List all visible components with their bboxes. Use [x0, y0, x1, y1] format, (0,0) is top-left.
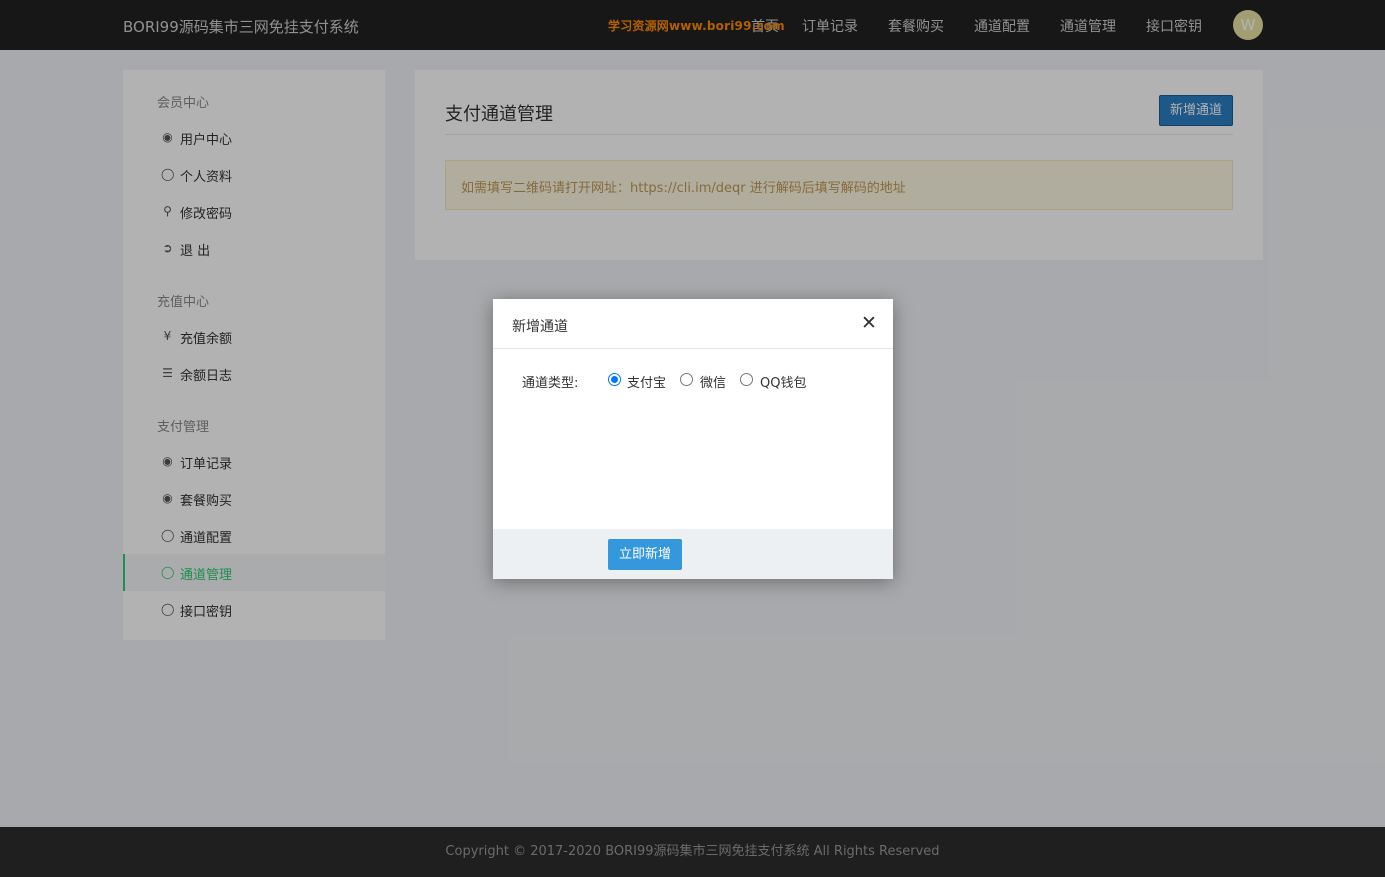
radio-qq-wallet-label[interactable]: QQ钱包 — [760, 372, 806, 391]
dialog-divider — [493, 348, 893, 349]
radio-qq-wallet[interactable] — [740, 373, 753, 386]
add-channel-dialog: 新增通道 ✕ 通道类型: 支付宝 微信 QQ钱包 立即新增 — [493, 299, 893, 579]
dialog-footer: 立即新增 — [493, 529, 893, 579]
close-icon[interactable]: ✕ — [859, 313, 879, 333]
radio-alipay[interactable] — [608, 373, 621, 386]
radio-wechat[interactable] — [680, 373, 693, 386]
radio-wechat-label[interactable]: 微信 — [700, 372, 726, 391]
dialog-title: 新增通道 — [512, 319, 568, 335]
channel-type-label: 通道类型: — [522, 376, 579, 391]
radio-alipay-label[interactable]: 支付宝 — [627, 372, 666, 391]
submit-add-button[interactable]: 立即新增 — [608, 539, 682, 570]
